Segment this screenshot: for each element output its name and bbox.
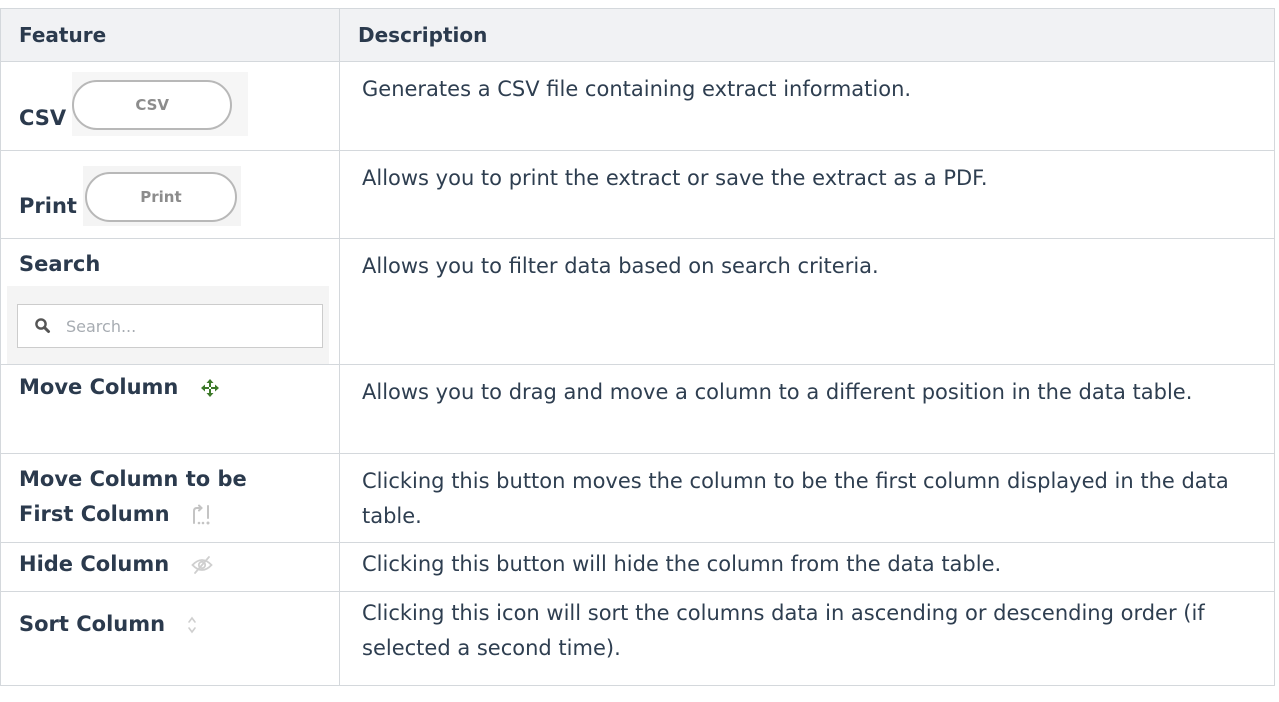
feature-cell: Hide Column <box>0 542 340 592</box>
table-row: Move Column to be First Column Clicking … <box>0 453 1275 543</box>
table-row: Search Search... Allows you to filter da… <box>0 238 1275 365</box>
feature-cell: Sort Column <box>0 591 340 686</box>
move-arrows-icon[interactable] <box>200 378 220 398</box>
feature-label: Print <box>19 194 77 218</box>
feature-label-line2: First Column <box>19 502 170 526</box>
description-cell: Allows you to filter data based on searc… <box>339 238 1275 365</box>
csv-button[interactable]: CSV <box>72 80 233 130</box>
search-illustration: Search... <box>7 286 329 364</box>
header-description: Description <box>339 8 1275 62</box>
table-row: Move Column Allows you to drag and move … <box>0 364 1275 454</box>
search-icon <box>35 318 50 333</box>
feature-table: Feature Description CSV CSV Generates a … <box>0 8 1275 686</box>
feature-cell: Search Search... <box>0 238 340 365</box>
feature-cell: CSV CSV <box>0 61 340 151</box>
table-row: CSV CSV Generates a CSV file containing … <box>0 61 1275 151</box>
feature-label: Move Column <box>19 375 179 399</box>
feature-cell: Move Column <box>0 364 340 454</box>
table-row: Sort Column Clicking this icon will sort… <box>0 591 1275 686</box>
feature-cell: Move Column to be First Column <box>0 453 340 543</box>
feature-label-line1: Move Column to be <box>19 467 247 491</box>
feature-label: CSV <box>19 106 67 130</box>
feature-cell: Print Print <box>0 150 340 239</box>
csv-button-illustration: CSV <box>72 72 249 136</box>
description-cell: Clicking this button will hide the colum… <box>339 542 1275 592</box>
print-button-illustration: Print <box>82 166 241 226</box>
description-cell: Generates a CSV file containing extract … <box>339 61 1275 151</box>
description-cell: Allows you to print the extract or save … <box>339 150 1275 239</box>
search-placeholder: Search... <box>66 316 137 336</box>
move-first-icon[interactable] <box>191 503 213 527</box>
feature-label: Hide Column <box>19 552 170 576</box>
search-input[interactable]: Search... <box>17 304 323 348</box>
table-row: Hide Column Clicking this button will hi… <box>0 542 1275 592</box>
sort-icon[interactable] <box>186 615 198 635</box>
description-cell: Clicking this icon will sort the columns… <box>339 591 1275 686</box>
feature-label: Sort Column <box>19 612 166 636</box>
table-header-row: Feature Description <box>0 8 1275 62</box>
eye-slash-icon[interactable] <box>190 555 213 575</box>
description-cell: Allows you to drag and move a column to … <box>339 364 1275 454</box>
header-feature: Feature <box>0 8 340 62</box>
print-button[interactable]: Print <box>84 172 237 222</box>
table-row: Print Print Allows you to print the extr… <box>0 150 1275 239</box>
feature-label: Search <box>19 252 101 276</box>
description-cell: Clicking this button moves the column to… <box>339 453 1275 543</box>
